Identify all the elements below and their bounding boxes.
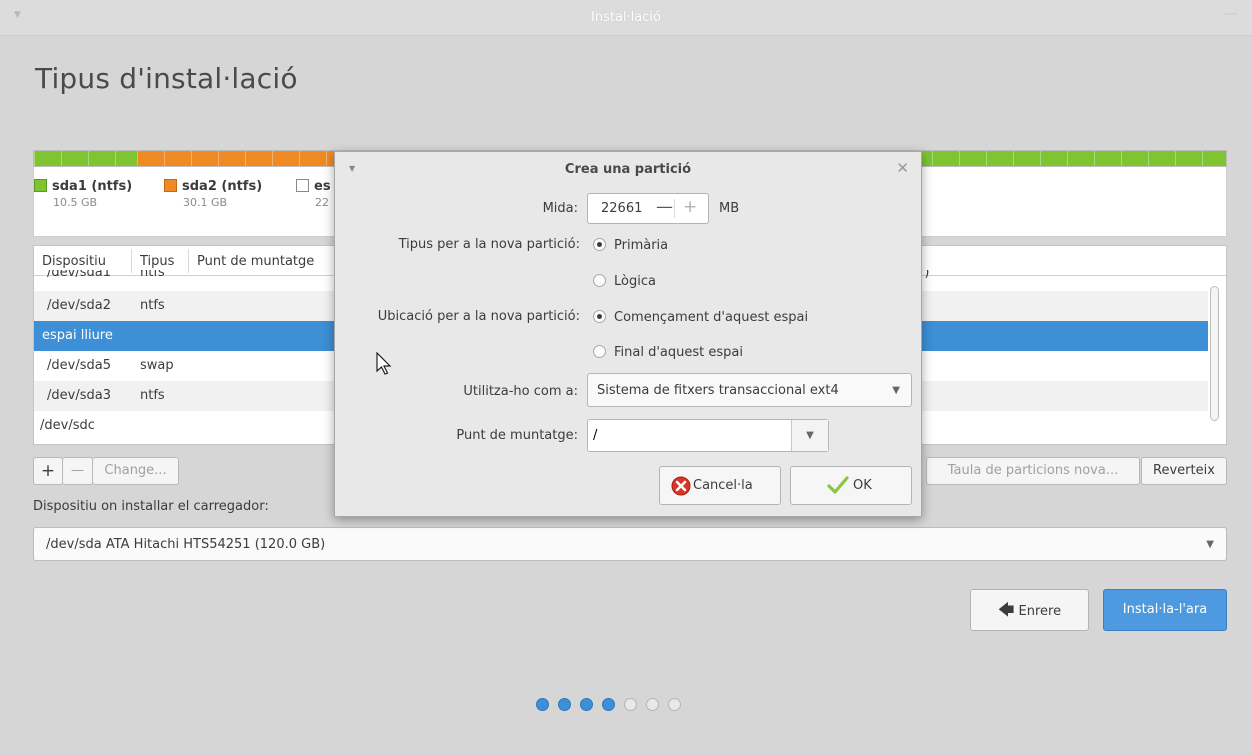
size-value: 22661 bbox=[601, 201, 643, 216]
table-scrollbar[interactable] bbox=[1210, 286, 1219, 421]
cell-device: espai lliure bbox=[42, 328, 113, 343]
legend-item-free: es 22 bbox=[296, 179, 331, 209]
radio-primary-label: Primària bbox=[614, 238, 669, 253]
change-partition-button[interactable]: Change... bbox=[93, 457, 179, 485]
radio-unchecked-icon bbox=[593, 274, 606, 287]
cell-device: /dev/sda5 bbox=[47, 358, 111, 373]
minimize-icon[interactable]: — bbox=[1224, 6, 1238, 22]
remove-partition-button[interactable]: — bbox=[63, 457, 93, 485]
arrow-left-icon: 🡄 bbox=[997, 600, 1015, 619]
partition-location-label: Ubicació per a la nova partició: bbox=[377, 309, 580, 324]
checkmark-icon bbox=[827, 475, 849, 499]
new-partition-table-button[interactable]: Taula de particions nova... bbox=[926, 457, 1140, 485]
cell-device: /dev/sda3 bbox=[47, 388, 111, 403]
close-icon[interactable]: ✕ bbox=[896, 159, 909, 177]
chevron-down-icon: ▼ bbox=[1206, 539, 1214, 550]
radio-checked-icon bbox=[593, 310, 606, 323]
chevron-down-icon[interactable]: ▼ bbox=[791, 420, 828, 451]
mount-point-combo[interactable]: ▼ bbox=[587, 419, 829, 452]
add-partition-button[interactable]: + bbox=[33, 457, 63, 485]
cell-device: /dev/sda2 bbox=[47, 298, 111, 313]
progress-dot bbox=[646, 698, 659, 711]
back-button-label: Enrere bbox=[1018, 604, 1062, 619]
legend-swatch-icon bbox=[34, 179, 47, 192]
cell-type: ntfs bbox=[140, 270, 165, 280]
cancel-button-label: Cancel·la bbox=[693, 478, 753, 493]
column-header-mount[interactable]: Punt de muntatge bbox=[197, 254, 314, 269]
page-title: Tipus d'instal·lació bbox=[35, 62, 298, 95]
progress-dot bbox=[536, 698, 549, 711]
cell-type: ntfs bbox=[140, 388, 165, 403]
progress-dot bbox=[668, 698, 681, 711]
use-as-select[interactable]: Sistema de fitxers transaccional ext4 ▼ bbox=[587, 373, 912, 407]
legend-size: 22 bbox=[315, 196, 329, 209]
window-title: Instal·lació bbox=[591, 10, 661, 25]
radio-unchecked-icon bbox=[593, 345, 606, 358]
radio-location-end[interactable]: Final d'aquest espai bbox=[593, 345, 743, 360]
legend-swatch-icon bbox=[296, 179, 309, 192]
ok-button[interactable]: OK bbox=[790, 466, 912, 505]
legend-size: 30.1 GB bbox=[183, 196, 228, 209]
bootloader-label: Dispositiu on installar el carregador: bbox=[33, 499, 269, 514]
legend-name: sda1 (ntfs) bbox=[52, 179, 133, 194]
dialog-title: Crea una partició bbox=[564, 162, 692, 177]
decrement-button[interactable]: — bbox=[656, 197, 673, 217]
bootloader-value: /dev/sda ATA Hitachi HTS54251 (120.0 GB) bbox=[46, 537, 326, 552]
ok-button-label: OK bbox=[853, 478, 872, 493]
radio-primary[interactable]: Primària bbox=[593, 238, 668, 253]
legend-item-sda2: sda2 (ntfs) 30.1 GB bbox=[164, 179, 262, 209]
back-button[interactable]: 🡄 Enrere bbox=[970, 589, 1089, 631]
radio-location-end-label: Final d'aquest espai bbox=[614, 345, 743, 360]
use-as-value: Sistema de fitxers transaccional ext4 bbox=[597, 383, 839, 398]
progress-dot bbox=[580, 698, 593, 711]
cell-type: swap bbox=[140, 358, 174, 373]
radio-location-begin[interactable]: Començament d'aquest espai bbox=[593, 310, 808, 325]
mount-point-label: Punt de muntatge: bbox=[456, 428, 578, 443]
revert-button[interactable]: Reverteix bbox=[1141, 457, 1227, 485]
legend-swatch-icon bbox=[164, 179, 177, 192]
size-unit: MB bbox=[719, 201, 740, 216]
progress-dots bbox=[536, 698, 690, 715]
legend-size: 10.5 GB bbox=[53, 196, 98, 209]
bootloader-select[interactable]: /dev/sda ATA Hitachi HTS54251 (120.0 GB)… bbox=[33, 527, 1227, 561]
increment-button[interactable]: + bbox=[683, 197, 697, 217]
progress-dot bbox=[602, 698, 615, 711]
cancel-button[interactable]: Cancel·la bbox=[659, 466, 781, 505]
legend-name: es bbox=[314, 179, 331, 194]
cell-device: /dev/sda1 bbox=[47, 270, 111, 280]
install-now-button[interactable]: Instal·la-l'ara bbox=[1103, 589, 1227, 631]
partition-segment-sda1 bbox=[34, 151, 137, 166]
cell-type: ntfs bbox=[140, 298, 165, 313]
partition-type-label: Tipus per a la nova partició: bbox=[398, 237, 580, 252]
legend-item-sda1: sda1 (ntfs) 10.5 GB bbox=[34, 179, 132, 209]
progress-dot bbox=[624, 698, 637, 711]
radio-location-begin-label: Començament d'aquest espai bbox=[614, 310, 809, 325]
size-label: Mida: bbox=[542, 201, 578, 216]
mount-point-input[interactable] bbox=[591, 424, 787, 447]
size-spinbox[interactable]: 22661 — + bbox=[587, 193, 709, 224]
cell-device: /dev/sdc bbox=[40, 418, 95, 433]
chevron-down-icon: ▼ bbox=[892, 385, 900, 396]
spin-divider bbox=[674, 199, 675, 218]
column-header-device[interactable]: Dispositiu bbox=[42, 254, 106, 269]
column-header-type[interactable]: Tipus bbox=[140, 254, 174, 269]
legend-name: sda2 (ntfs) bbox=[182, 179, 263, 194]
mouse-cursor-icon bbox=[376, 351, 392, 380]
cancel-icon bbox=[671, 476, 691, 500]
radio-logical[interactable]: Lògica bbox=[593, 274, 656, 289]
progress-dot bbox=[558, 698, 571, 711]
radio-checked-icon bbox=[593, 238, 606, 251]
radio-logical-label: Lògica bbox=[614, 274, 656, 289]
window-titlebar: ▼ Instal·lació — bbox=[0, 0, 1252, 36]
use-as-label: Utilitza-ho com a: bbox=[463, 384, 578, 399]
